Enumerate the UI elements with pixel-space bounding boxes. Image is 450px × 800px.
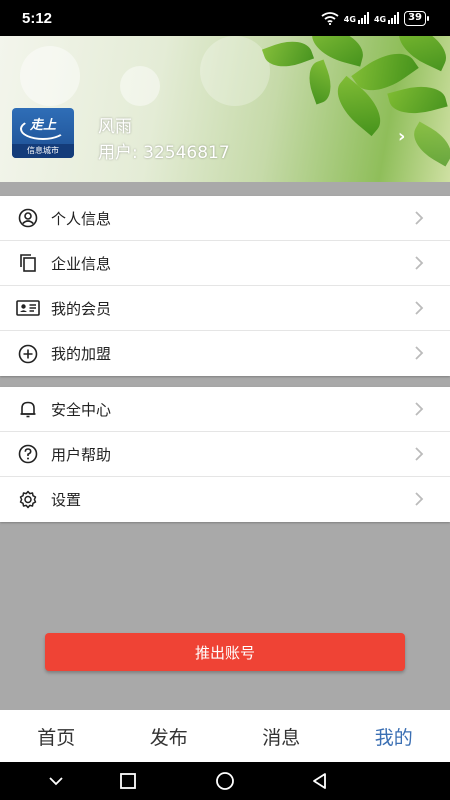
recents-square-icon[interactable] <box>108 762 148 800</box>
chevron-down-icon[interactable] <box>36 762 76 800</box>
user-id: 用户: 32546817 <box>98 143 230 163</box>
home-circle-icon[interactable] <box>205 762 245 800</box>
signal-icon: 4G <box>344 12 369 24</box>
user-name: 风雨 <box>98 117 132 137</box>
battery-level: 39 <box>408 12 422 23</box>
menu-item-label: 设置 <box>51 491 82 509</box>
plus-circle-icon <box>16 342 40 366</box>
menu-item-company-info[interactable]: 企业信息 <box>0 241 450 286</box>
logo-caption: 信息城市 <box>12 144 74 158</box>
menu-item-personal-info[interactable]: 个人信息 <box>0 196 450 241</box>
menu-item-settings[interactable]: 设置 <box>0 477 450 522</box>
copy-icon <box>16 251 40 275</box>
back-triangle-icon[interactable] <box>300 762 340 800</box>
system-nav-bar <box>0 762 450 800</box>
help-circle-icon <box>16 442 40 466</box>
signal-icon: 4G <box>373 12 400 24</box>
logout-button[interactable]: 推出账号 <box>45 633 405 671</box>
menu-item-label: 我的加盟 <box>51 345 112 363</box>
menu-item-label: 个人信息 <box>51 209 112 228</box>
bell-icon <box>16 397 40 421</box>
signal-1-label: 4G <box>343 15 356 24</box>
gear-icon <box>16 488 40 512</box>
bokeh-decoration <box>200 36 270 106</box>
logo-text: 走上 <box>29 118 56 133</box>
chevron-right-icon[interactable]: › <box>398 126 405 147</box>
menu-item-franchise[interactable]: 我的加盟 <box>0 331 450 376</box>
leaf-decoration <box>302 59 338 105</box>
wifi-icon <box>321 11 339 25</box>
leaf-decoration <box>406 121 450 167</box>
menu-item-user-help[interactable]: 用户帮助 <box>0 432 450 477</box>
menu-item-label: 企业信息 <box>51 254 112 273</box>
tab-mine[interactable]: 我的 <box>338 710 450 762</box>
chevron-right-icon <box>415 301 424 315</box>
status-bar: 5:12 4G 4G 39 <box>0 0 450 36</box>
id-card-icon <box>16 296 40 320</box>
battery-icon: 39 <box>404 10 429 26</box>
menu-item-label: 我的会员 <box>51 299 112 318</box>
menu-item-security-center[interactable]: 安全中心 <box>0 387 450 432</box>
tab-messages[interactable]: 消息 <box>225 710 338 762</box>
menu-item-membership[interactable]: 我的会员 <box>0 286 450 331</box>
chevron-right-icon <box>415 256 424 270</box>
person-circle-icon <box>16 206 40 230</box>
menu-group-support: 安全中心 用户帮助 设置 <box>0 387 450 522</box>
tab-publish[interactable]: 发布 <box>113 710 226 762</box>
menu-item-label: 用户帮助 <box>51 445 112 464</box>
bokeh-decoration <box>20 46 80 106</box>
menu-item-label: 安全中心 <box>51 400 112 419</box>
bottom-nav: 首页 发布 消息 我的 <box>0 710 450 762</box>
leaf-decoration <box>387 79 448 121</box>
chevron-right-icon <box>415 447 424 461</box>
status-icons: 4G 4G 39 <box>321 10 429 26</box>
chevron-right-icon <box>415 402 424 416</box>
chevron-right-icon <box>415 492 424 506</box>
chevron-right-icon <box>415 346 424 360</box>
chevron-right-icon <box>415 211 424 225</box>
profile-header[interactable]: 走上 信息城市 风雨 用户: 32546817 › <box>0 36 450 182</box>
bokeh-decoration <box>120 66 160 106</box>
status-time: 5:12 <box>22 9 53 27</box>
tab-home[interactable]: 首页 <box>0 710 113 762</box>
app-logo: 走上 信息城市 <box>12 108 74 158</box>
signal-2-label: 4G <box>373 15 387 24</box>
menu-group-account: 个人信息 企业信息 我的会员 我的加盟 <box>0 196 450 376</box>
